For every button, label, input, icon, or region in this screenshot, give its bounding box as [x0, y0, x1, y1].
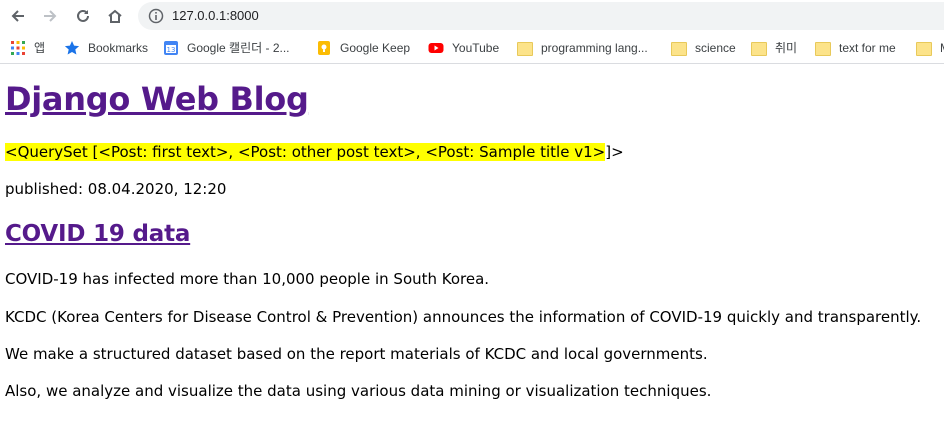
folder-icon	[671, 41, 687, 56]
bookmarks-bar: 앱 Bookmarks 13 Google 캘린더 - 2... Google …	[0, 32, 944, 64]
home-icon	[108, 9, 122, 23]
home-button[interactable]	[103, 5, 127, 27]
folder-icon	[815, 41, 831, 56]
calendar-icon: 13	[164, 40, 178, 55]
bookmark-label: YouTube	[452, 40, 500, 55]
queryset-output: <QuerySet [<Post: first text>, <Post: ot…	[5, 142, 624, 162]
bookmark-apps[interactable]: 앱	[10, 32, 45, 63]
star-icon	[64, 40, 80, 54]
back-arrow-icon	[11, 10, 24, 22]
forward-button[interactable]	[38, 5, 62, 27]
svg-text:13: 13	[167, 46, 176, 54]
bookmark-google-calendar[interactable]: 13 Google 캘린더 - 2...	[163, 32, 290, 63]
url-text[interactable]: 127.0.0.1:8000	[172, 8, 259, 23]
apps-grid-icon	[11, 40, 25, 55]
bookmark-google-keep[interactable]: Google Keep	[316, 32, 410, 63]
back-button[interactable]	[6, 5, 30, 27]
folder-icon	[751, 41, 767, 56]
youtube-icon	[428, 42, 444, 53]
bookmark-label: Google 캘린더 - 2...	[187, 41, 290, 55]
bookmark-label: Bookmarks	[88, 40, 149, 55]
bookmark-label: programming lang...	[541, 40, 648, 55]
published-date: published: 08.04.2020, 12:20	[5, 180, 227, 198]
bookmark-science[interactable]: science	[671, 32, 736, 63]
bookmark-programming[interactable]: programming lang...	[517, 32, 648, 63]
folder-icon	[517, 41, 533, 56]
bookmark-hobby[interactable]: 취미	[751, 32, 797, 63]
post-paragraph: We make a structured dataset based on th…	[5, 345, 708, 363]
reload-button[interactable]	[71, 5, 95, 27]
bookmark-label: text for me	[839, 40, 896, 55]
bookmark-text-for-me[interactable]: text for me	[815, 32, 896, 63]
site-title-link[interactable]: Django Web Blog	[5, 76, 309, 122]
keep-icon	[318, 40, 330, 55]
forward-arrow-icon	[44, 10, 57, 22]
bookmark-label: science	[695, 40, 736, 55]
bookmark-label: M	[940, 41, 944, 55]
highlighted-queryset: <QuerySet [<Post: first text>, <Post: ot…	[5, 143, 606, 161]
folder-icon	[916, 41, 932, 56]
bookmark-overflow[interactable]: M	[916, 32, 944, 63]
address-bar[interactable]: 127.0.0.1:8000	[138, 2, 944, 30]
bookmark-label: 취미	[775, 41, 798, 55]
bookmark-label: Google Keep	[340, 40, 411, 55]
post-title-link[interactable]: COVID 19 data	[5, 216, 190, 252]
queryset-tail: ]>	[605, 143, 624, 161]
info-icon[interactable]	[148, 8, 164, 24]
bookmark-youtube[interactable]: YouTube	[428, 32, 499, 63]
post-paragraph: KCDC (Korea Centers for Disease Control …	[5, 308, 922, 326]
bookmark-label: 앱	[34, 41, 46, 55]
reload-icon	[77, 9, 89, 22]
post-paragraph: Also, we analyze and visualize the data …	[5, 382, 712, 400]
bookmark-bookmarks[interactable]: Bookmarks	[64, 32, 148, 63]
post-paragraph: COVID-19 has infected more than 10,000 p…	[5, 270, 490, 288]
page-content: Django Web Blog <QuerySet [<Post: first …	[0, 64, 944, 425]
browser-toolbar: 127.0.0.1:8000	[0, 0, 944, 32]
